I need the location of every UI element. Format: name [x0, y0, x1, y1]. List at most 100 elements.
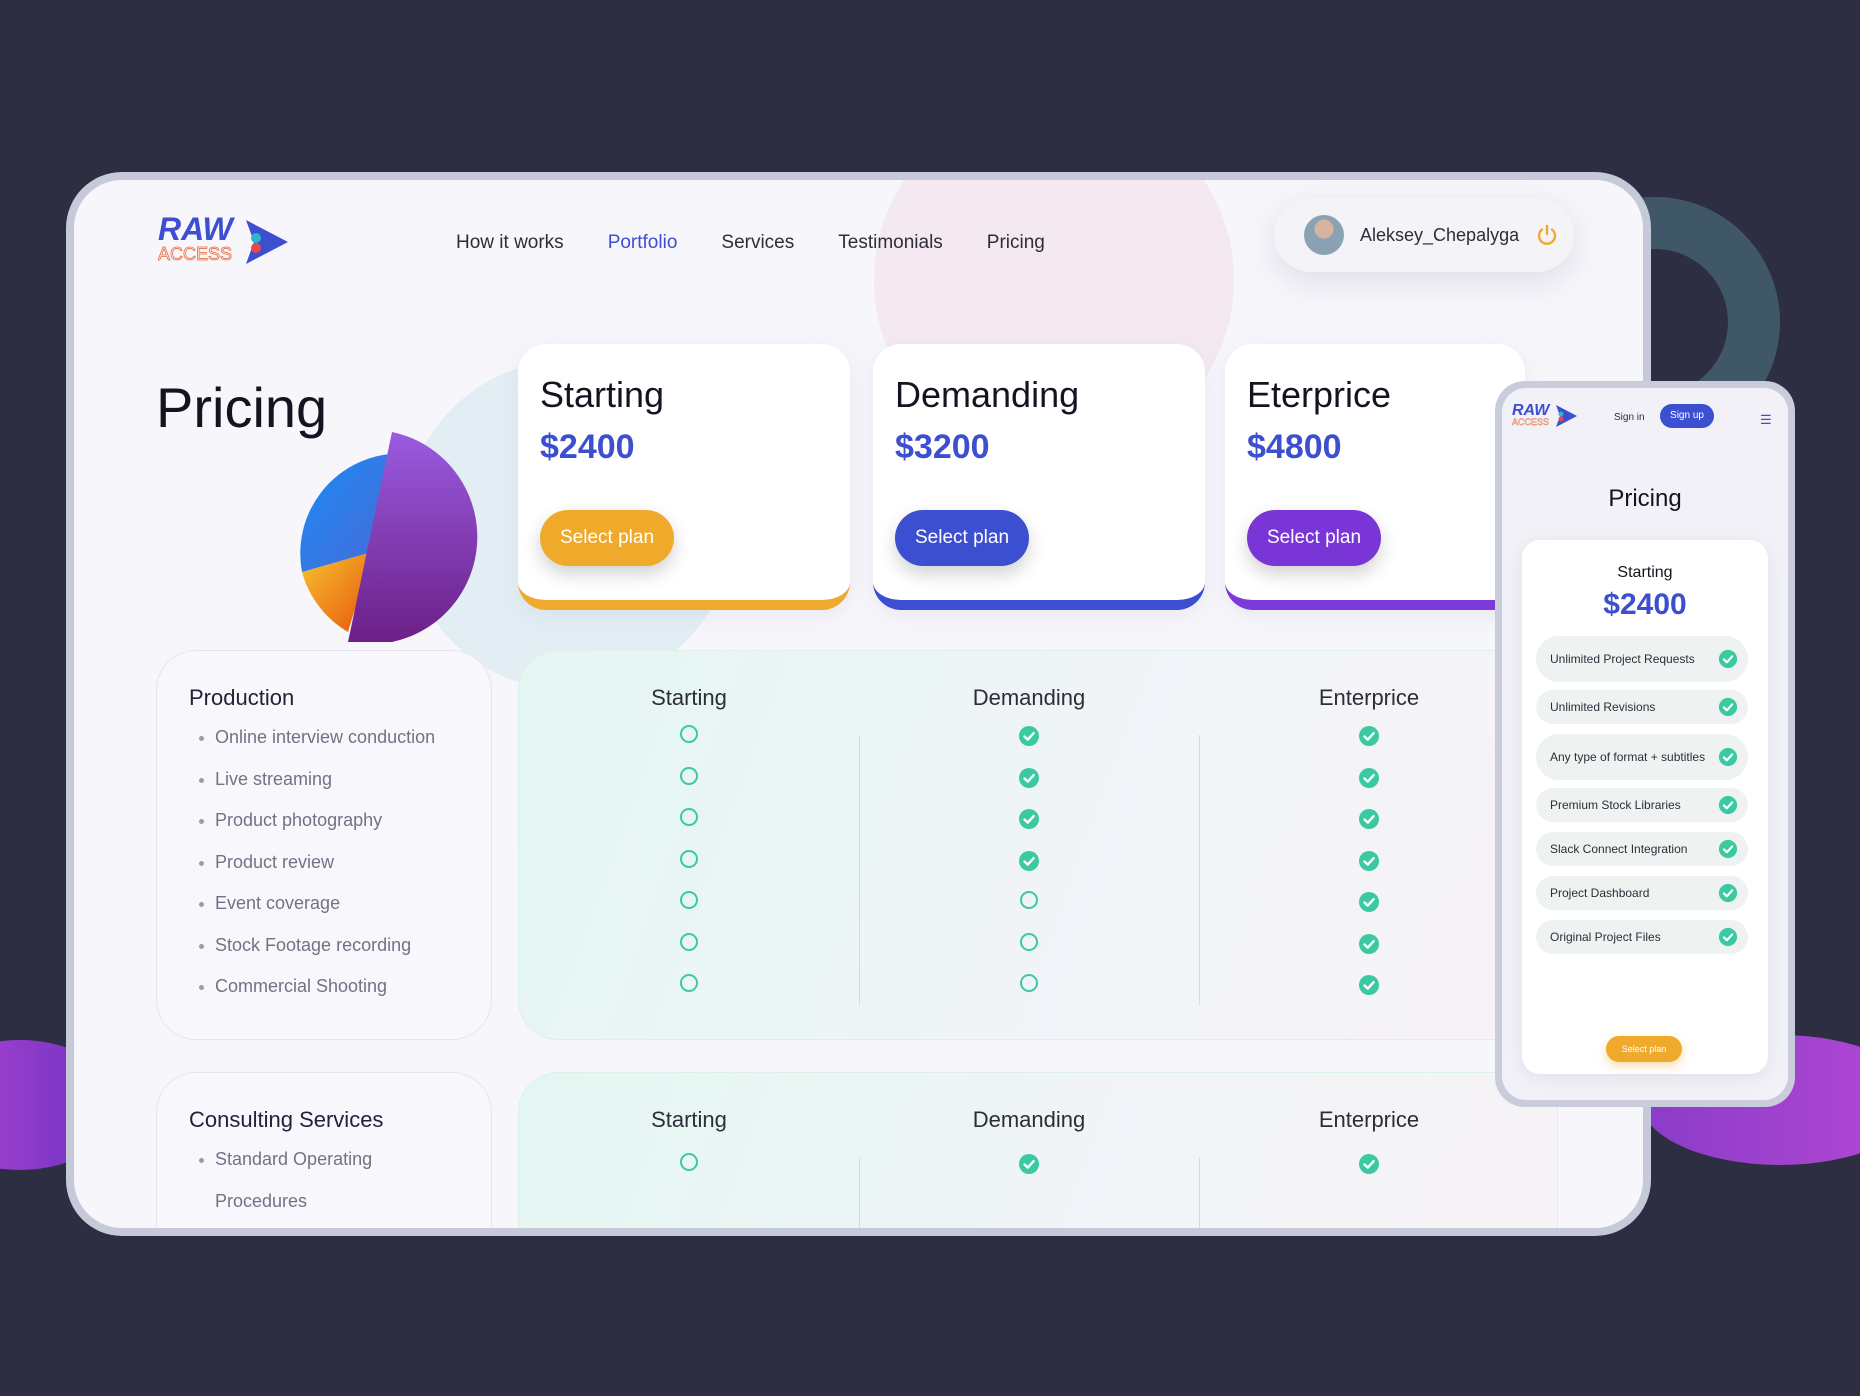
table-cell: [859, 932, 1199, 975]
nav-how-it-works[interactable]: How it works: [456, 232, 564, 254]
select-plan-button[interactable]: Select plan: [1247, 510, 1382, 566]
table-cell: [859, 1153, 1199, 1195]
check-icon: [1359, 767, 1379, 788]
feature-label: Project Dashboard: [1550, 885, 1650, 900]
mobile-page-title: Pricing: [1608, 485, 1682, 512]
select-plan-button[interactable]: Select plan: [540, 510, 675, 566]
feature-list: Standard Operating Procedures: [189, 1149, 491, 1228]
plan-name: Starting: [540, 374, 665, 415]
plan-price: $4800: [1247, 428, 1342, 466]
plan-price: $3200: [895, 428, 990, 466]
table-cell: [519, 974, 859, 1016]
feature-label: Any type of format + subtitles: [1550, 749, 1706, 764]
production-features-panel: Production Online interview conduction L…: [156, 650, 492, 1040]
sign-up-button[interactable]: Sign up: [1660, 404, 1714, 428]
production-comparison-table: Starting Demanding Enterprice: [518, 650, 1558, 1040]
column-enterprice: Enterprice: [1199, 1073, 1539, 1228]
column-demanding: Demanding: [859, 651, 1199, 1039]
check-icon: [1359, 726, 1379, 746]
section-title: Production: [189, 685, 295, 710]
feature-label: Premium Stock Libraries: [1550, 797, 1681, 812]
select-plan-button[interactable]: Select plan: [1606, 1036, 1682, 1062]
check-icon: [1359, 892, 1379, 912]
list-item: Standard Operating: [199, 1149, 491, 1191]
svg-text:RAW: RAW: [158, 211, 235, 247]
check-icon: [1718, 795, 1738, 815]
plan-name: Eterprice: [1247, 374, 1392, 415]
mobile-screen: RAW ACCESS Sign in Sign up ☰ Pricing Sta…: [1502, 388, 1788, 1100]
table-cell: [519, 808, 859, 850]
list-item: Product photography: [199, 810, 491, 852]
table-cell: [859, 725, 1199, 767]
check-icon: [1019, 850, 1039, 871]
svg-text:RAW: RAW: [1512, 402, 1551, 419]
plan-card-starting: Starting $2400 Select plan: [518, 344, 850, 610]
check-icon: [1019, 726, 1039, 746]
user-name[interactable]: Aleksey_Chepalyga: [1360, 225, 1519, 246]
power-icon[interactable]: [1535, 223, 1559, 247]
svg-text:ACCESS: ACCESS: [158, 244, 232, 264]
mobile-feature-row: Slack Connect Integration: [1536, 832, 1748, 866]
check-icon: [1359, 809, 1379, 829]
table-cell: [1199, 767, 1539, 809]
sign-in-link[interactable]: Sign in: [1614, 412, 1645, 423]
check-icon: [1718, 697, 1738, 717]
nav-services[interactable]: Services: [721, 232, 794, 254]
feature-label: Unlimited Revisions: [1550, 699, 1656, 714]
nav-portfolio[interactable]: Portfolio: [608, 232, 678, 254]
column-starting: Starting: [519, 1073, 859, 1228]
plan-card-enterprice: Eterprice $4800 Select plan: [1225, 344, 1525, 610]
check-icon: [1019, 767, 1039, 788]
hamburger-menu-icon[interactable]: ☰: [1760, 412, 1772, 428]
plan-name: Starting: [1617, 564, 1673, 581]
check-icon: [1019, 809, 1039, 829]
table-cell: [519, 1153, 859, 1195]
table-cell: [519, 849, 859, 892]
mobile-feature-row: Unlimited Revisions: [1536, 690, 1748, 724]
empty-circle-icon: [1020, 891, 1038, 909]
list-item-continuation: Procedures: [215, 1190, 308, 1211]
page-title: Pricing: [156, 376, 328, 439]
raw-access-logo[interactable]: RAW ACCESS: [158, 210, 298, 270]
list-item: Commercial Shooting: [199, 976, 491, 1018]
check-icon: [1019, 1154, 1039, 1174]
svg-text:ACCESS: ACCESS: [1512, 417, 1549, 427]
avatar[interactable]: [1304, 215, 1344, 255]
plan-name: Demanding: [895, 374, 1080, 415]
table-cell: [519, 766, 859, 809]
column-header: Enterprice: [1318, 1107, 1420, 1132]
raw-access-logo[interactable]: RAW ACCESS: [1512, 400, 1582, 430]
table-cell: [1199, 974, 1539, 1016]
empty-circle-icon: [680, 1153, 698, 1171]
empty-circle-icon: [680, 808, 698, 826]
table-cell: [859, 808, 1199, 850]
check-icon: [1718, 839, 1738, 859]
column-header: Demanding: [972, 1107, 1086, 1132]
list-item: Online interview conduction: [199, 727, 491, 769]
table-cell: [519, 891, 859, 933]
empty-circle-icon: [1020, 974, 1038, 992]
feature-label: Original Project Files: [1550, 929, 1661, 944]
check-icon: [1718, 883, 1738, 903]
table-cell: [859, 891, 1199, 933]
check-icon: [1718, 927, 1738, 947]
table-cell: [1199, 725, 1539, 767]
list-item: Event coverage: [199, 893, 491, 935]
mobile-frame: RAW ACCESS Sign in Sign up ☰ Pricing Sta…: [1495, 381, 1795, 1107]
table-cell: [1199, 808, 1539, 850]
nav-testimonials[interactable]: Testimonials: [838, 232, 943, 254]
nav-pricing[interactable]: Pricing: [987, 232, 1045, 254]
consulting-features-panel: Consulting Services Standard Operating P…: [156, 1072, 492, 1228]
table-cell: [1199, 891, 1539, 933]
plan-price: $2400: [1603, 588, 1687, 621]
mobile-feature-row: Premium Stock Libraries: [1536, 788, 1748, 822]
mobile-feature-row: Original Project Files: [1536, 920, 1748, 954]
check-icon: [1718, 649, 1738, 669]
desktop-screen: RAW ACCESS How it works Portfolio Servic…: [74, 180, 1643, 1228]
check-icon: [1359, 850, 1379, 871]
table-cell: [859, 974, 1199, 1016]
select-plan-button[interactable]: Select plan: [895, 510, 1030, 566]
user-pill[interactable]: Aleksey_Chepalyga: [1274, 198, 1574, 272]
table-cell: [1199, 933, 1539, 975]
list-item: Live streaming: [199, 769, 491, 811]
